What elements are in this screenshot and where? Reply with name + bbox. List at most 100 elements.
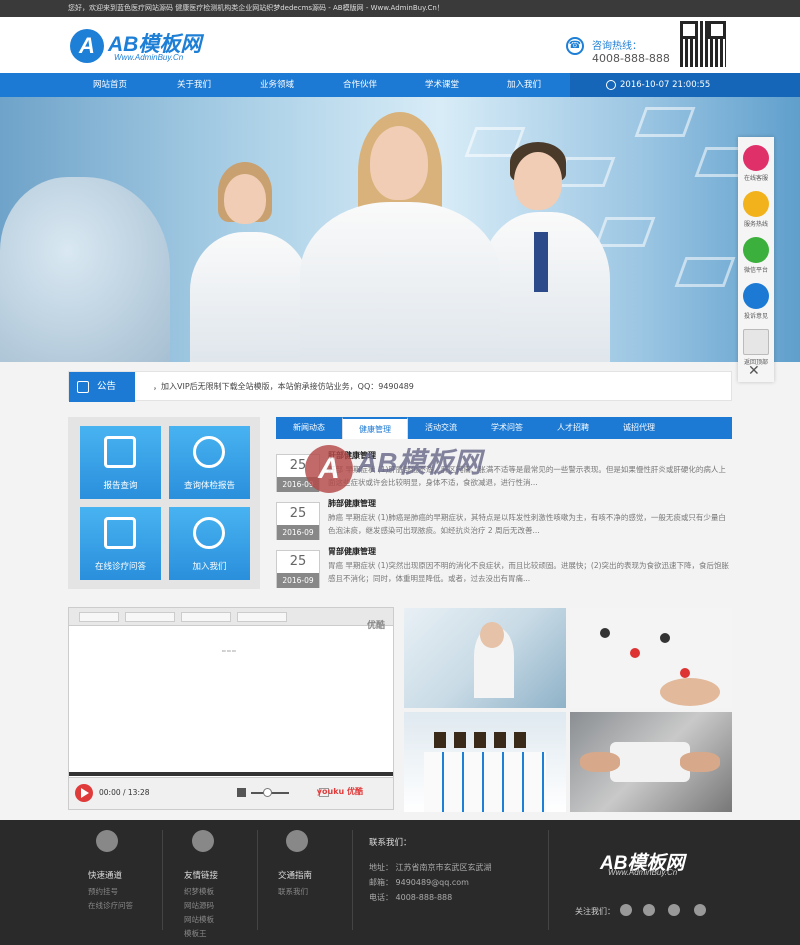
follow-label: 关注我们：: [575, 907, 615, 916]
news-date: 25 2016-09: [276, 502, 320, 540]
footer-link[interactable]: 模板王: [184, 928, 207, 939]
news-date: 25 2016-09: [276, 550, 320, 588]
rocket-icon: [96, 830, 118, 852]
news-tabs: 新闻动态 健康管理 活动交流 学术问答 人才招聘 诚招代理: [276, 417, 732, 439]
notice-bar: 公告 ，加入VIP后无限制下载全站模版，本站俯承接仿站业务，QQ：9490489: [68, 371, 732, 402]
arrow-up-icon: [743, 329, 769, 355]
news-desc: 胃癌 早期症状 (1)突然出现原因不明的消化不良症状，而且比较顽固。进展快；(2…: [328, 561, 730, 583]
footer-logo-url: Www.AdminBuy.Cn: [608, 868, 678, 877]
news-desc: 肺癌 早期症状 (1)肺癌是肺癌的早期症状，其特点是以阵发性刺激性咳嗽为主，有咳…: [328, 513, 726, 535]
hex-decoration: [634, 107, 696, 137]
contact-title: 联系我们：: [369, 838, 412, 848]
gallery-photo-lab[interactable]: [404, 608, 566, 708]
site-footer: 快速通道 预约挂号 在线诊疗问答 友情链接 织梦模板 网站源码 网站模板 模板王…: [0, 820, 800, 945]
nav-item-partners[interactable]: 合作伙伴: [318, 73, 402, 97]
speaker-icon: [77, 381, 89, 393]
video-player[interactable]: 优酷 ▭ ▭ ▭ 00:00 / 13:28 youku 优酷: [68, 607, 394, 810]
footer-col-title: 快速通道: [88, 871, 123, 881]
qq-icon[interactable]: [694, 904, 706, 916]
nav-item-academy[interactable]: 学术课堂: [400, 73, 484, 97]
report-query-button[interactable]: 报告查询: [80, 426, 161, 499]
nav-datetime: 2016-10-07 21:00:55: [570, 73, 800, 97]
exam-report-button[interactable]: 查询体检报告: [169, 426, 250, 499]
video-progress-bar[interactable]: [69, 772, 393, 776]
footer-divider: [257, 830, 258, 930]
service-hotline-label: 服务热线: [743, 221, 768, 228]
play-icon[interactable]: [75, 784, 93, 802]
join-us-label: 加入我们: [192, 562, 227, 572]
wechat-platform-label: 微信平台: [743, 267, 768, 274]
top-welcome-bar: 您好，欢迎来到蓝色医疗网站源码 健康医疗检测机构类企业网站织梦dedecms源码…: [0, 0, 800, 17]
clock-icon: [606, 80, 616, 90]
site-logo[interactable]: A AB模板网 Www.AdminBuy.Cn: [70, 27, 220, 67]
nav-item-business[interactable]: 业务领域: [235, 73, 319, 97]
join-us-button[interactable]: 加入我们: [169, 507, 250, 580]
footer-divider: [548, 830, 549, 930]
report-query-label: 报告查询: [103, 481, 138, 491]
footer-link[interactable]: 预约挂号: [88, 886, 118, 897]
question-chat-icon: [104, 517, 136, 549]
news-item[interactable]: 25 2016-09 胃部健康管理 胃癌 早期症状 (1)突然出现原因不明的消化…: [276, 546, 732, 590]
news-title[interactable]: 胃部健康管理: [328, 546, 376, 557]
logo-mark: A: [70, 29, 104, 63]
footer-link[interactable]: 在线诊疗问答: [88, 900, 133, 911]
hex-decoration: [674, 257, 736, 287]
site-header: A AB模板网 Www.AdminBuy.Cn ☎ 咨询热线： 4008-888…: [0, 17, 800, 73]
tab-health[interactable]: 健康管理: [342, 417, 408, 439]
service-hotline-button[interactable]: 服务热线: [742, 187, 770, 233]
tab-recruitment[interactable]: 人才招聘: [540, 417, 606, 439]
nav-item-about[interactable]: 关于我们: [152, 73, 236, 97]
video-controls: 00:00 / 13:28 youku 优酷: [69, 772, 393, 809]
hero-banner[interactable]: [0, 97, 800, 362]
volume-knob[interactable]: [263, 788, 272, 797]
online-qa-button[interactable]: 在线诊疗问答: [80, 507, 161, 580]
tab-activities[interactable]: 活动交流: [408, 417, 474, 439]
wechat-icon: [743, 237, 769, 263]
footer-link[interactable]: 联系我们: [278, 886, 308, 897]
gallery-photo-puzzle[interactable]: [570, 712, 732, 812]
online-qa-label: 在线诊疗问答: [94, 562, 146, 572]
volume-icon[interactable]: [237, 788, 246, 797]
nav-item-home[interactable]: 网站首页: [68, 73, 152, 97]
main-nav: 网站首页 关于我们 业务领域 合作伙伴 学术课堂 加入我们 2016-10-07…: [0, 73, 800, 97]
online-service-label: 在线客服: [743, 175, 768, 182]
weibo-icon[interactable]: [620, 904, 632, 916]
datetime-text: 2016-10-07 21:00:55: [620, 80, 711, 90]
gallery-photo-team[interactable]: [404, 712, 566, 812]
contact-address: 地址： 江苏省南京市玄武区玄武湖: [369, 863, 492, 872]
contact-email: 邮箱： 9490489@qq.com: [369, 878, 469, 887]
tab-news[interactable]: 新闻动态: [276, 417, 342, 439]
compass-icon: [286, 830, 308, 852]
complaint-label: 投诉意见: [743, 313, 768, 320]
footer-col-title: 交通指南: [278, 871, 313, 881]
notice-text[interactable]: ，加入VIP后无限制下载全站模版，本站俯承接仿站业务，QQ：9490489: [153, 372, 414, 402]
exam-report-label: 查询体检报告: [183, 481, 235, 491]
wechat-icon[interactable]: [668, 904, 680, 916]
doctor-left-image: [190, 162, 310, 362]
video-browser-bar: [69, 608, 393, 626]
footer-link[interactable]: 网站模板: [184, 914, 214, 925]
complaint-button[interactable]: 投诉意见: [742, 279, 770, 325]
tencent-weibo-icon[interactable]: [643, 904, 655, 916]
contact-phone: 电话： 4008-888-888: [369, 893, 453, 902]
wechat-platform-button[interactable]: 微信平台: [742, 233, 770, 279]
floating-service-sidebar: 在线客服 服务热线 微信平台 投诉意见 返回顶部 ✕: [738, 137, 774, 382]
online-service-button[interactable]: 在线客服: [742, 141, 770, 187]
watermark-name: AB模板网: [357, 447, 482, 478]
nav-item-join[interactable]: 加入我们: [482, 73, 566, 97]
tab-academic-qa[interactable]: 学术问答: [474, 417, 540, 439]
gallery-photo-molecule[interactable]: [570, 608, 732, 708]
close-icon[interactable]: ✕: [748, 363, 760, 379]
watermark-mark: A: [305, 445, 353, 493]
user-icon: [193, 517, 225, 549]
edit-icon: [743, 283, 769, 309]
doctor-center-image: [300, 112, 500, 362]
footer-link[interactable]: 网站源码: [184, 900, 214, 911]
news-day: 25: [289, 554, 307, 569]
chat-icon: [743, 145, 769, 171]
footer-link[interactable]: 织梦模板: [184, 886, 214, 897]
notice-tag: 公告: [69, 372, 135, 402]
search-icon: [193, 436, 225, 468]
qr-code-icon: [680, 21, 726, 67]
tab-agents[interactable]: 诚招代理: [606, 417, 672, 439]
